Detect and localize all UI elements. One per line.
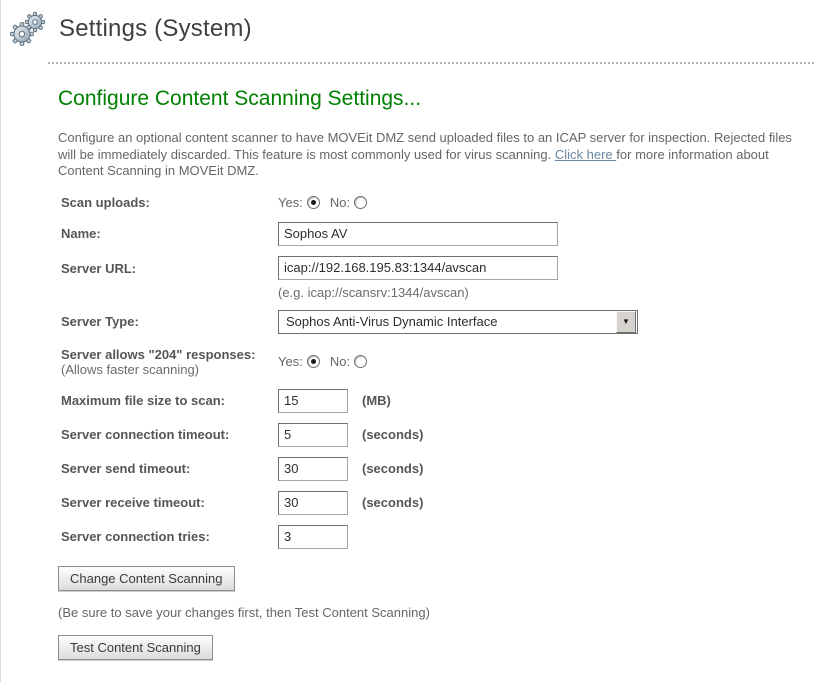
allows-204-radio-group: Yes: No: [278,354,367,369]
recv-timeout-unit: (seconds) [362,495,423,510]
scan-uploads-label: Scan uploads: [61,195,278,210]
max-file-size-unit: (MB) [362,393,391,408]
server-url-row: Server URL: (e.g. icap://scansrv:1344/av… [61,256,814,300]
allows-204-no-radio[interactable] [354,355,367,368]
click-here-link[interactable]: Click here [555,147,616,162]
recv-timeout-row: Server receive timeout: (seconds) [61,491,814,515]
scan-uploads-yes-radio[interactable] [307,196,320,209]
no-label: No: [330,354,350,369]
send-timeout-row: Server send timeout: (seconds) [61,457,814,481]
name-input[interactable] [278,222,558,246]
yes-label: Yes: [278,354,303,369]
name-row: Name: [61,222,814,246]
allows-204-sublabel: (Allows faster scanning) [61,362,278,377]
test-content-scanning-button[interactable]: Test Content Scanning [58,635,213,660]
allows-204-row: Server allows "204" responses: (Allows f… [61,347,814,377]
page-title: Settings (System) [59,15,252,43]
conn-timeout-label: Server connection timeout: [61,427,278,442]
intro-paragraph: Configure an optional content scanner to… [58,130,806,180]
conn-tries-row: Server connection tries: [61,525,814,549]
recv-timeout-label: Server receive timeout: [61,495,278,510]
max-file-size-row: Maximum file size to scan: (MB) [61,389,814,413]
dotted-divider [48,62,814,64]
server-type-selected-value: Sophos Anti-Virus Dynamic Interface [279,314,615,329]
max-file-size-label: Maximum file size to scan: [61,393,278,408]
conn-timeout-input[interactable] [278,423,348,447]
server-type-row: Server Type: Sophos Anti-Virus Dynamic I… [61,310,814,334]
allows-204-label: Server allows "204" responses: (Allows f… [61,347,278,377]
allows-204-yes-radio[interactable] [307,355,320,368]
scan-uploads-row: Scan uploads: Yes: No: [61,195,814,210]
gears-icon [9,10,47,48]
actions-section: Change Content Scanning (Be sure to save… [58,566,814,660]
conn-timeout-row: Server connection timeout: (seconds) [61,423,814,447]
content-scanning-form: Scan uploads: Yes: No: Name: Server URL:… [61,195,814,549]
max-file-size-input[interactable] [278,389,348,413]
conn-timeout-unit: (seconds) [362,427,423,442]
chevron-down-icon[interactable]: ▼ [616,311,636,333]
section-heading: Configure Content Scanning Settings... [58,87,814,111]
send-timeout-input[interactable] [278,457,348,481]
name-label: Name: [61,226,278,241]
allows-204-label-main: Server allows "204" responses: [61,347,255,362]
change-content-scanning-button[interactable]: Change Content Scanning [58,566,235,591]
server-url-control: (e.g. icap://scansrv:1344/avscan) [278,256,558,300]
page-header: Settings (System) [1,0,814,48]
send-timeout-unit: (seconds) [362,461,423,476]
send-timeout-label: Server send timeout: [61,461,278,476]
yes-label: Yes: [278,195,303,210]
no-label: No: [330,195,350,210]
server-url-input[interactable] [278,256,558,280]
server-url-label: Server URL: [61,256,278,276]
server-type-select[interactable]: Sophos Anti-Virus Dynamic Interface ▼ [278,310,638,334]
conn-tries-input[interactable] [278,525,348,549]
server-url-hint: (e.g. icap://scansrv:1344/avscan) [278,285,558,300]
settings-system-page: Settings (System) Configure Content Scan… [0,0,814,682]
recv-timeout-input[interactable] [278,491,348,515]
conn-tries-label: Server connection tries: [61,529,278,544]
scan-uploads-radio-group: Yes: No: [278,195,367,210]
scan-uploads-no-radio[interactable] [354,196,367,209]
save-first-note: (Be sure to save your changes first, the… [58,605,814,620]
server-type-label: Server Type: [61,314,278,329]
